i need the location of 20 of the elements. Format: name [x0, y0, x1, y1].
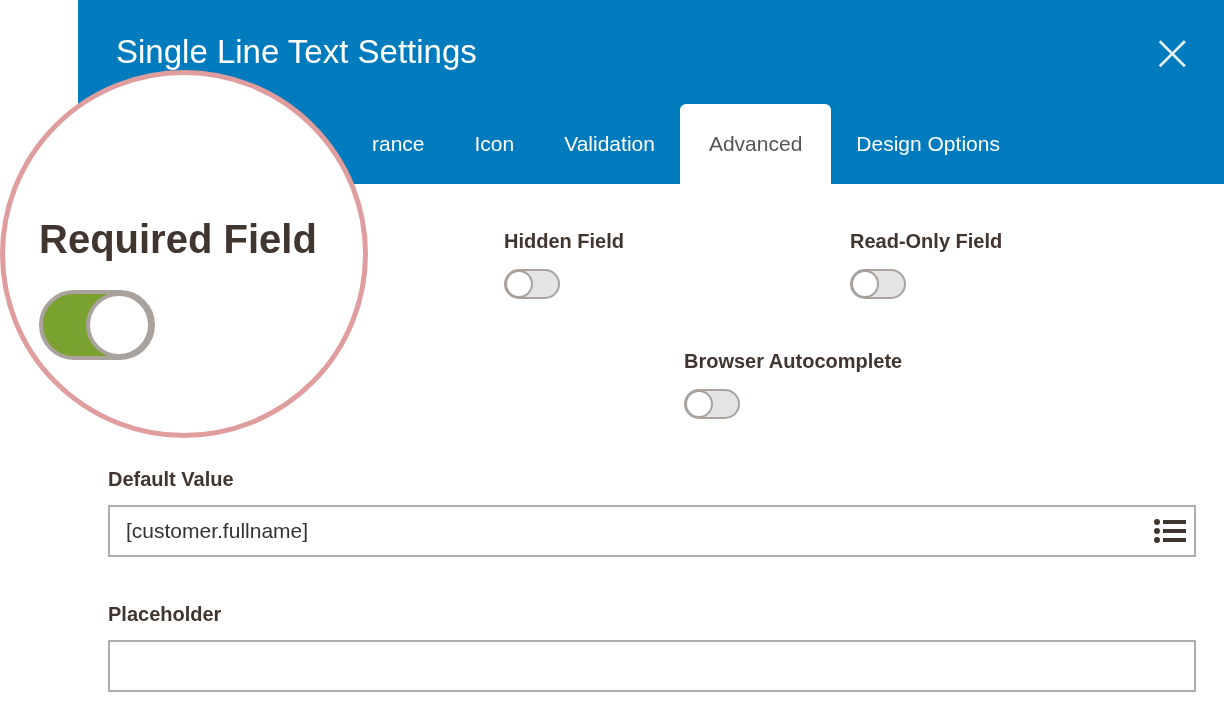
tab[interactable]: Icon: [449, 104, 540, 184]
tab[interactable]: Design Options: [831, 104, 1025, 184]
toggle-switch[interactable]: [850, 269, 906, 299]
close-button[interactable]: ×: [1142, 30, 1202, 74]
field-label: Default Value: [108, 468, 235, 491]
tab[interactable]: rance: [372, 104, 450, 184]
toggle-switch[interactable]: [684, 389, 740, 419]
input-field[interactable]: [108, 640, 1196, 692]
input-field[interactable]: [customer.fullname]: [108, 505, 1196, 557]
tab[interactable]: Validation: [539, 104, 680, 184]
list-icon[interactable]: [1154, 519, 1186, 543]
toggle-switch[interactable]: [39, 290, 155, 360]
field-label: Placeholder: [108, 603, 223, 626]
tab[interactable]: Advanced: [679, 104, 832, 184]
toggle-label: Browser Autocomplete: [684, 350, 903, 373]
toggle-label: Required Field: [39, 217, 317, 262]
toggle-label: Hidden Field: [504, 230, 624, 253]
modal-title: Single Line Text Settings: [116, 33, 477, 71]
toggle-label: Read-Only Field: [850, 230, 1003, 253]
toggle-switch[interactable]: [504, 269, 560, 299]
